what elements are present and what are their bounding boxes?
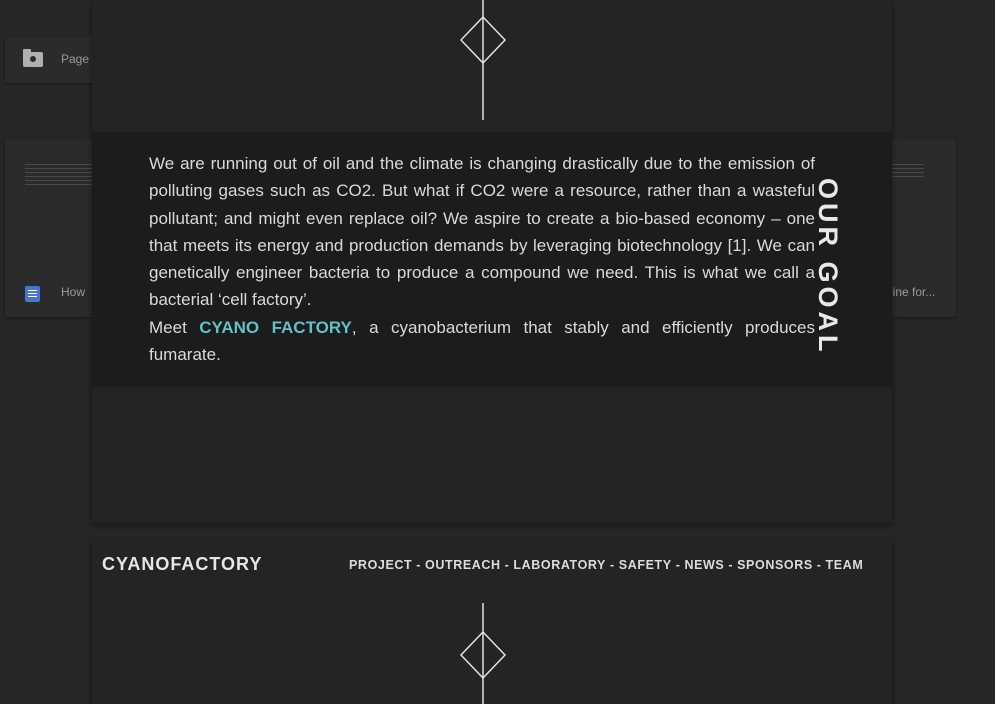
page-panel-top: We are running out of oil and the climat… [92,0,892,523]
nav-separator: - [416,558,422,572]
nav-sponsors[interactable]: SPONSORS [737,558,813,572]
nav-laboratory[interactable]: LABORATORY [513,558,606,572]
our-goal-heading: OUR GOAL [813,178,843,356]
nav-separator: - [816,558,822,572]
goal-paragraph-2: Meet CYANO FACTORY, a cyanobacterium tha… [149,314,815,369]
main-nav: PROJECT - OUTREACH - LABORATORY - SAFETY - N… [349,558,863,572]
doc-thumbnail [25,161,95,188]
nav-news[interactable]: NEWS [684,558,724,572]
diamond-divider-icon [459,0,507,120]
goal-paragraph-1: We are running out of oil and the climat… [149,154,815,310]
doc-icon [25,286,40,302]
brand-logo[interactable]: CYANOFACTORY [102,554,262,575]
goal-text: We are running out of oil and the climat… [149,150,815,368]
page-panel-bottom: CYANOFACTORY PROJECT - OUTREACH - LABORATO… [92,541,892,704]
nav-separator: - [675,558,681,572]
nav-separator: - [610,558,615,572]
folder-icon [23,49,43,67]
bg-folder-card[interactable]: Page [5,37,105,83]
cyano-factory-highlight: CYANO FACTORY [199,317,352,337]
nav-team[interactable]: TEAM [826,558,864,572]
diamond-divider-icon [459,603,507,704]
folder-label: Page [61,52,90,66]
bg-doc-card-left[interactable]: How [5,139,105,317]
doc-left-label: How [61,285,86,299]
nav-separator: - [728,558,734,572]
doc-right-label: line for... [890,285,936,299]
our-goal-section: We are running out of oil and the climat… [92,132,892,387]
goal-p2-prefix: Meet [149,317,200,337]
nav-safety[interactable]: SAFETY [619,558,672,572]
nav-project[interactable]: PROJECT [349,558,412,572]
nav-outreach[interactable]: OUTREACH [425,558,501,572]
nav-separator: - [504,558,510,572]
